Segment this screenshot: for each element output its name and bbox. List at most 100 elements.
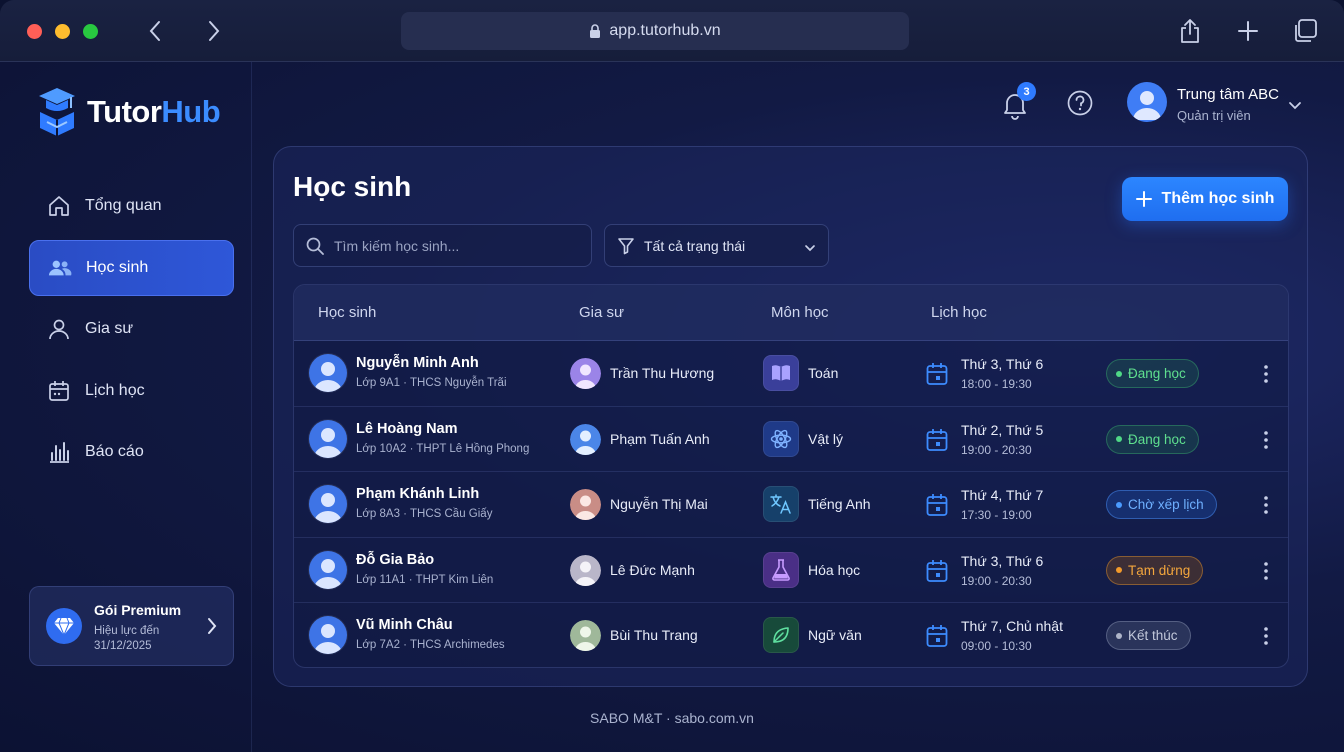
chevron-right-icon [206,617,218,640]
brand-logo[interactable]: TutorHub [37,86,221,138]
column-header-schedule[interactable]: Lịch học [931,304,987,321]
column-header-tutor[interactable]: Gia sư [579,304,624,321]
premium-plan-card[interactable]: Gói Premium Hiệu lực đến 31/12/2025 [29,586,234,666]
table-header: Học sinh Gia sư Môn học Lịch học [294,285,1288,341]
status-badge: Đang học [1106,424,1199,454]
filter-icon [618,237,634,254]
more-options-icon[interactable] [1256,363,1276,385]
premium-validity: Hiệu lực đến 31/12/2025 [94,625,160,652]
new-tab-button[interactable] [1234,17,1262,45]
column-header-student[interactable]: Học sinh [318,304,376,321]
status-filter-value: Tất cả trạng thái [644,237,746,254]
forward-button[interactable] [201,18,227,44]
maximize-window-button[interactable] [83,24,98,39]
translate-icon [763,486,799,522]
table-row[interactable]: Phạm Khánh Linh Lớp 8A3 · THCS Cầu Giấy … [294,472,1288,538]
student-name[interactable]: Lê Hoàng Nam [356,421,458,437]
schedule-days: Thứ 4, Thứ 7 [961,487,1044,503]
schedule-time: 17:30 - 19:00 [961,508,1032,522]
column-header-subject[interactable]: Môn học [771,304,829,321]
schedule-days: Thứ 3, Thứ 6 [961,356,1044,372]
book-icon [763,355,799,391]
more-options-icon[interactable] [1256,429,1276,451]
page-title: Học sinh [293,171,412,202]
tutor-avatar [570,358,601,389]
student-class: Lớp 8A3 · THCS Cầu Giấy [356,508,493,520]
chevron-left-icon [149,21,160,41]
schedule-days: Thứ 3, Thứ 6 [961,552,1044,569]
diamond-icon [46,608,82,644]
sidebar-nav: Tổng quan Học sinh Gia sư Lịch học Báo c… [29,178,234,486]
sidebar-item-reports[interactable]: Báo cáo [29,424,234,480]
schedule-time: 09:00 - 10:30 [961,639,1032,653]
student-name[interactable]: Phạm Khánh Linh [356,486,479,502]
more-options-icon[interactable] [1256,625,1276,647]
sidebar: TutorHub Tổng quan Học sinh Gia sư Lịch … [0,62,252,752]
help-icon [1067,90,1093,116]
sidebar-item-overview[interactable]: Tổng quan [29,178,234,234]
student-name[interactable]: Nguyễn Minh Anh [356,355,479,371]
schedule-time: 18:00 - 19:30 [961,377,1032,391]
user-icon [47,317,71,341]
minimize-window-button[interactable] [55,24,70,39]
sidebar-item-students[interactable]: Học sinh [29,239,234,296]
tutor-name: Lê Đức Mạnh [610,561,695,578]
share-icon [1181,19,1199,43]
sidebar-item-tutors[interactable]: Gia sư [29,301,234,357]
tutor-name: Bùi Thu Trang [610,627,698,643]
search-input[interactable] [334,237,574,254]
student-class: Lớp 9A1 · THCS Nguyễn Trãi [356,377,507,389]
add-student-label: Thêm học sinh [1161,190,1275,207]
schedule-days: Thứ 7, Chủ nhật [961,618,1063,634]
address-bar[interactable]: app.tutorhub.vn [401,12,909,50]
table-row[interactable]: Lê Hoàng Nam Lớp 10A2 · THPT Lê Hồng Pho… [294,407,1288,472]
calendar-icon [47,379,71,403]
user-avatar[interactable] [1127,82,1167,122]
help-button[interactable] [1067,90,1093,116]
status-badge: Kết thúc [1106,621,1191,650]
student-class: Lớp 11A1 · THPT Kim Liên [356,573,494,586]
student-class: Lớp 7A2 · THCS Archimedes [356,639,505,651]
tab-overview-button[interactable] [1291,17,1319,45]
sidebar-item-label: Tổng quan [85,197,162,214]
lock-icon [590,23,601,38]
url-text: app.tutorhub.vn [609,22,721,39]
schedule-time: 19:00 - 20:30 [961,442,1032,457]
subject-name: Hóa học [808,561,861,578]
more-options-icon[interactable] [1256,560,1276,582]
atom-icon [763,420,799,457]
tutor-avatar [570,423,601,455]
student-avatar [309,616,347,654]
plus-icon [1135,191,1152,207]
sidebar-item-label: Gia sư [85,320,134,337]
app-container: TutorHub Tổng quan Học sinh Gia sư Lịch … [0,62,1344,752]
tutor-name: Trần Thu Hương [610,365,715,381]
sidebar-item-schedule[interactable]: Lịch học [29,363,234,419]
close-window-button[interactable] [27,24,42,39]
student-name[interactable]: Đỗ Gia Bảo [356,552,434,568]
status-badge: Tạm dừng [1106,555,1204,585]
tutor-name: Nguyễn Thị Mai [610,496,708,512]
user-name[interactable]: Trung tâm ABC [1177,86,1279,103]
notification-count-badge: 3 [1017,82,1036,101]
home-icon [47,194,71,218]
status-badge: Chờ xếp lịch [1106,490,1217,519]
chevron-down-icon[interactable] [1288,98,1302,116]
student-class: Lớp 10A2 · THPT Lê Hồng Phong [356,442,530,455]
calendar-icon [926,362,948,391]
search-icon [306,237,324,255]
table-row[interactable]: Đỗ Gia Bảo Lớp 11A1 · THPT Kim Liên Lê Đ… [294,538,1288,603]
more-options-icon[interactable] [1256,494,1276,516]
status-filter-select[interactable]: Tất cả trạng thái [604,224,829,267]
back-button[interactable] [142,18,168,44]
table-row[interactable]: Nguyễn Minh Anh Lớp 9A1 · THCS Nguyễn Tr… [294,341,1288,407]
table-row[interactable]: Vũ Minh Châu Lớp 7A2 · THCS Archimedes B… [294,603,1288,667]
add-student-button[interactable]: Thêm học sinh [1122,177,1288,221]
share-button[interactable] [1176,17,1204,45]
footer-credit: SABO M&T · sabo.com.vn [590,710,754,726]
search-box[interactable] [293,224,592,267]
graduation-cap-icon [39,88,75,136]
leaf-icon [763,617,799,653]
student-name[interactable]: Vũ Minh Châu [356,617,453,633]
student-avatar [309,419,347,458]
